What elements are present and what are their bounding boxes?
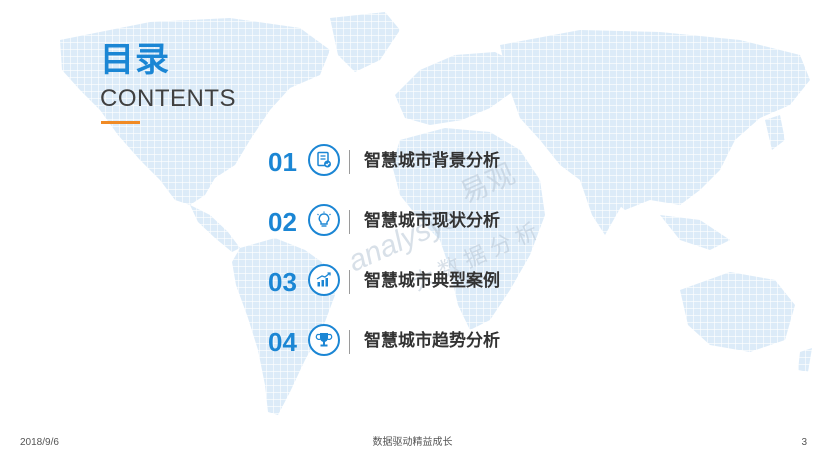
trophy-icon [308,324,340,356]
lightbulb-icon [308,204,340,236]
toc-number: 02 [268,207,297,237]
toc-label: 智慧城市背景分析 [364,151,500,171]
bar-chart-trend-icon [308,264,340,296]
toc-item-04[interactable]: 04 智慧城市趋势分析 [268,322,688,362]
toc-separator [349,150,350,174]
page-title-en: CONTENTS [100,85,236,112]
toc-item-02[interactable]: 02 智慧城市现状分析 [268,202,688,242]
footer-tagline: 数据驱动精益成长 [372,437,453,448]
toc-number: 04 [268,327,297,357]
toc-label: 智慧城市典型案例 [364,271,500,291]
toc-label: 智慧城市趋势分析 [364,331,500,351]
title-underline [101,121,140,124]
toc-separator [349,270,350,294]
toc-item-03[interactable]: 03 智慧城市典型案例 [268,262,688,302]
page-number: 3 [801,437,807,448]
toc-number: 03 [268,267,297,297]
page-title-cn: 目录 [100,40,170,80]
toc-number: 01 [268,147,297,177]
toc-label: 智慧城市现状分析 [364,211,500,231]
toc-item-01[interactable]: 01 智慧城市背景分析 [268,142,688,182]
toc-separator [349,330,350,354]
document-check-icon [308,144,340,176]
toc-separator [349,210,350,234]
